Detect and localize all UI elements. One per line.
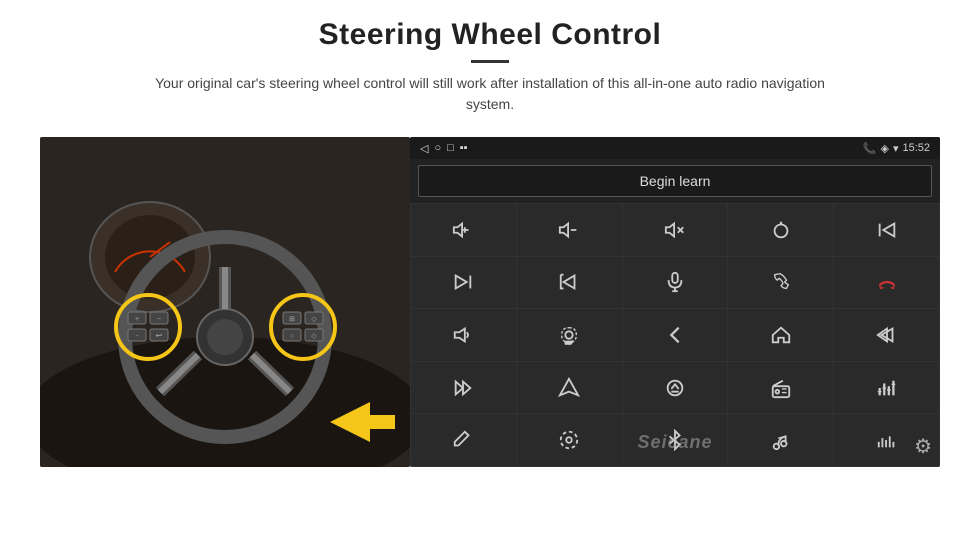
icon-grid: 360° (410, 203, 940, 467)
begin-learn-row: Begin learn (410, 159, 940, 203)
hang-up-button[interactable] (834, 257, 939, 309)
svg-text:⊞: ⊞ (289, 316, 295, 323)
status-bar-right: 📞 ◈ ▾ 15:52 (863, 142, 930, 155)
recents-nav-icon[interactable]: □ (447, 142, 454, 154)
phone-button[interactable] (728, 257, 833, 309)
svg-text:360°: 360° (565, 341, 573, 345)
pen-button[interactable] (411, 414, 516, 466)
bluetooth-button[interactable] (623, 414, 728, 466)
equalizer-button[interactable] (834, 362, 939, 414)
music-button[interactable] (728, 414, 833, 466)
content-area: + ~ - ↩ ⊞ ◇ ○ ◇ (40, 137, 940, 548)
mic-button[interactable] (623, 257, 728, 309)
begin-learn-button[interactable]: Begin learn (418, 165, 932, 197)
home-nav-icon[interactable]: ○ (434, 142, 441, 154)
title-section: Steering Wheel Control Your original car… (140, 18, 840, 115)
mute-button[interactable] (623, 204, 728, 256)
eject-button[interactable] (623, 362, 728, 414)
clock: 15:52 (902, 142, 930, 154)
next-track-button[interactable] (411, 257, 516, 309)
svg-text:+: + (135, 316, 139, 323)
svg-text:↩: ↩ (156, 331, 163, 340)
android-panel: ◁ ○ □ ▪▪ 📞 ◈ ▾ 15:52 Begin learn (410, 137, 940, 467)
subtitle: Your original car's steering wheel contr… (140, 73, 840, 115)
vol-up-button[interactable] (411, 204, 516, 256)
status-bar-left: ◁ ○ □ ▪▪ (420, 142, 468, 155)
cam-360-button[interactable]: 360° (517, 309, 622, 361)
nav-button[interactable] (517, 362, 622, 414)
svg-text:◇: ◇ (311, 333, 317, 340)
vol-down-button[interactable] (517, 204, 622, 256)
back-nav-icon[interactable]: ◁ (420, 142, 428, 155)
android-panel-wrapper: ◁ ○ □ ▪▪ 📞 ◈ ▾ 15:52 Begin learn (410, 137, 940, 467)
page-title: Steering Wheel Control (140, 18, 840, 52)
power-button[interactable] (728, 204, 833, 256)
svg-text:○: ○ (290, 333, 294, 340)
wifi-status-icon: ▾ (893, 142, 899, 155)
skip-back2-button[interactable] (834, 309, 939, 361)
settings-gear-icon[interactable]: ⚙ (914, 434, 932, 459)
fast-fwd-button[interactable] (411, 362, 516, 414)
title-divider (471, 60, 509, 63)
back-button[interactable] (623, 309, 728, 361)
signal-icon: ▪▪ (460, 142, 468, 154)
svg-text:◇: ◇ (311, 316, 317, 323)
settings2-button[interactable] (517, 414, 622, 466)
phone-status-icon: 📞 (863, 142, 877, 155)
prev-track-button[interactable] (834, 204, 939, 256)
home-button[interactable] (728, 309, 833, 361)
car-image-panel: + ~ - ↩ ⊞ ◇ ○ ◇ (40, 137, 410, 467)
horn-button[interactable] (411, 309, 516, 361)
status-bar: ◁ ○ □ ▪▪ 📞 ◈ ▾ 15:52 (410, 137, 940, 159)
radio-button[interactable] (728, 362, 833, 414)
page-container: Steering Wheel Control Your original car… (0, 0, 980, 548)
svg-text:~: ~ (157, 316, 161, 323)
skip-back-button[interactable] (517, 257, 622, 309)
location-status-icon: ◈ (880, 142, 888, 155)
